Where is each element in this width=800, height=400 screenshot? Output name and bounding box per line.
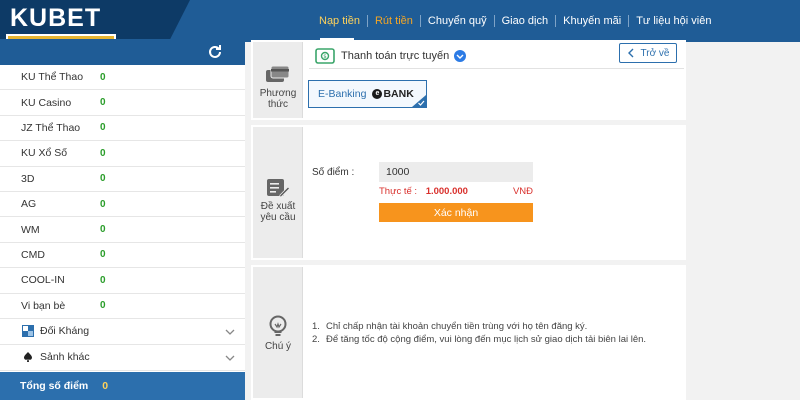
game-row-ag[interactable]: AG 0 xyxy=(0,192,245,218)
game-name: KU Xổ Số xyxy=(21,147,68,160)
game-row-ku-sports[interactable]: KU Thể Thao 0 xyxy=(0,65,245,91)
payment-method-panel: Phương thức $ Thanh toán trực tuyến Trở … xyxy=(251,40,686,120)
game-value: 0 xyxy=(100,249,106,261)
chevron-down-icon[interactable] xyxy=(225,353,235,363)
notes-side-label: Chú ý xyxy=(253,267,303,398)
actual-amount-label: Thực tế : xyxy=(379,186,418,197)
divider xyxy=(309,68,684,69)
request-label-line2: yêu cầu xyxy=(260,212,296,223)
game-value: 0 xyxy=(100,300,106,312)
points-label: Số điểm : xyxy=(312,167,355,178)
game-name: CMD xyxy=(21,248,45,261)
game-name: COOL-IN xyxy=(21,274,65,287)
game-name: Vi bạn bè xyxy=(21,299,66,312)
back-label: Trở về xyxy=(640,47,670,59)
game-name: KU Casino xyxy=(21,96,72,109)
game-row-jz-sports[interactable]: JZ Thể Thao 0 xyxy=(0,116,245,142)
main-nav: Nạp tiền Rút tiền Chuyển quỹ Giao dịch K… xyxy=(312,0,718,42)
ebanking-option[interactable]: E-Banking e BANK xyxy=(308,80,427,108)
nav-withdraw[interactable]: Rút tiền xyxy=(368,15,421,27)
edit-form-icon xyxy=(267,179,290,198)
game-row-cool-in[interactable]: COOL-IN 0 xyxy=(0,268,245,294)
total-points-row: Tổng số điểm 0 xyxy=(0,372,245,400)
game-name: 3D xyxy=(21,172,35,185)
game-row-ku-lottery[interactable]: KU Xổ Số 0 xyxy=(0,141,245,167)
group-label: Sảnh khác xyxy=(40,351,90,364)
group-label: Đối Kháng xyxy=(40,325,90,338)
request-label-line1: Đề xuất xyxy=(260,201,296,212)
game-value: 0 xyxy=(100,274,106,286)
notes-list: 1. Chỉ chấp nhận tài khoản chuyển tiền tr… xyxy=(312,320,646,346)
game-value: 0 xyxy=(100,71,106,83)
nav-transfer[interactable]: Chuyển quỹ xyxy=(421,15,495,27)
actual-amount-row: Thực tế : 1.000.000 VNĐ xyxy=(379,186,533,197)
game-value: 0 xyxy=(100,224,106,236)
actual-amount-value: 1.000.000 xyxy=(425,186,468,197)
logo-text: KUBET xyxy=(10,4,102,32)
nav-deposit[interactable]: Nạp tiền xyxy=(312,15,368,27)
total-points-label: Tổng số điểm xyxy=(20,380,89,392)
total-points-value: 0 xyxy=(102,380,109,392)
note-item: 1. Chỉ chấp nhận tài khoản chuyển tiền tr… xyxy=(312,321,588,332)
chevron-down-circle-icon[interactable] xyxy=(454,50,467,62)
method-header: $ Thanh toán trực tuyến xyxy=(315,46,467,66)
notes-panel: Chú ý 1. Chỉ chấp nhận tài khoản chuyển t… xyxy=(251,265,686,400)
game-row-3d[interactable]: 3D 0 xyxy=(0,167,245,192)
game-balance-list: KU Thể Thao 0 KU Casino 0 JZ Thể Thao 0 KU … xyxy=(0,65,245,319)
versus-icon xyxy=(22,325,34,338)
refresh-icon[interactable] xyxy=(207,44,223,60)
back-button[interactable]: Trở về xyxy=(619,43,677,63)
money-icon: $ xyxy=(315,48,335,64)
ebank-logo: e BANK xyxy=(372,88,414,100)
chevron-left-icon xyxy=(627,48,634,58)
note-item: 2. Để tăng tốc độ cộng điểm, vui lòng đến… xyxy=(312,334,647,345)
game-name: JZ Thể Thao xyxy=(21,121,81,134)
game-value: 0 xyxy=(100,122,106,134)
game-value: 0 xyxy=(100,198,106,210)
method-title: Thanh toán trực tuyến xyxy=(341,50,450,62)
game-name: WM xyxy=(21,223,40,236)
chevron-down-icon[interactable] xyxy=(225,327,235,337)
game-row-wm[interactable]: WM 0 xyxy=(0,217,245,243)
sidebar-header xyxy=(0,39,245,65)
actual-amount-unit: VNĐ xyxy=(512,186,533,197)
game-name: AG xyxy=(21,198,37,211)
wallet-card-icon xyxy=(266,65,290,82)
deposit-request-panel: Đề xuất yêu cầu Số điểm : Thực tế : 1.00… xyxy=(251,125,686,260)
game-row-cmd[interactable]: CMD 0 xyxy=(0,243,245,269)
game-row-ku-casino[interactable]: KU Casino 0 xyxy=(0,90,245,116)
game-value: 0 xyxy=(100,173,106,185)
spade-icon xyxy=(23,352,33,363)
group-versus[interactable]: Đối Kháng xyxy=(0,319,245,345)
nav-transactions[interactable]: Giao dịch xyxy=(495,15,557,27)
ebank-logo-text: BANK xyxy=(383,88,414,100)
game-value: 0 xyxy=(100,147,106,159)
lightbulb-icon xyxy=(269,315,287,336)
notes-label: Chú ý xyxy=(264,341,292,352)
game-row-friends-wallet[interactable]: Vi bạn bè 0 xyxy=(0,294,245,319)
group-other-lobbies[interactable]: Sảnh khác xyxy=(0,345,245,371)
method-label: Phương thức xyxy=(259,88,297,110)
nav-member-info[interactable]: Tư liệu hội viên xyxy=(629,15,718,27)
game-value: 0 xyxy=(100,97,106,109)
ebanking-label: E-Banking xyxy=(318,88,367,100)
points-input[interactable] xyxy=(379,162,533,182)
selected-check-icon xyxy=(412,95,426,107)
method-side-label: Phương thức xyxy=(253,42,303,118)
sidebar: KU Thể Thao 0 KU Casino 0 JZ Thể Thao 0 KU … xyxy=(0,39,245,400)
confirm-button[interactable]: Xác nhận xyxy=(379,203,533,222)
nav-promotions[interactable]: Khuyến mãi xyxy=(556,15,630,27)
game-name: KU Thể Thao xyxy=(21,71,84,84)
svg-text:$: $ xyxy=(323,54,327,60)
request-side-label: Đề xuất yêu cầu xyxy=(253,127,303,258)
